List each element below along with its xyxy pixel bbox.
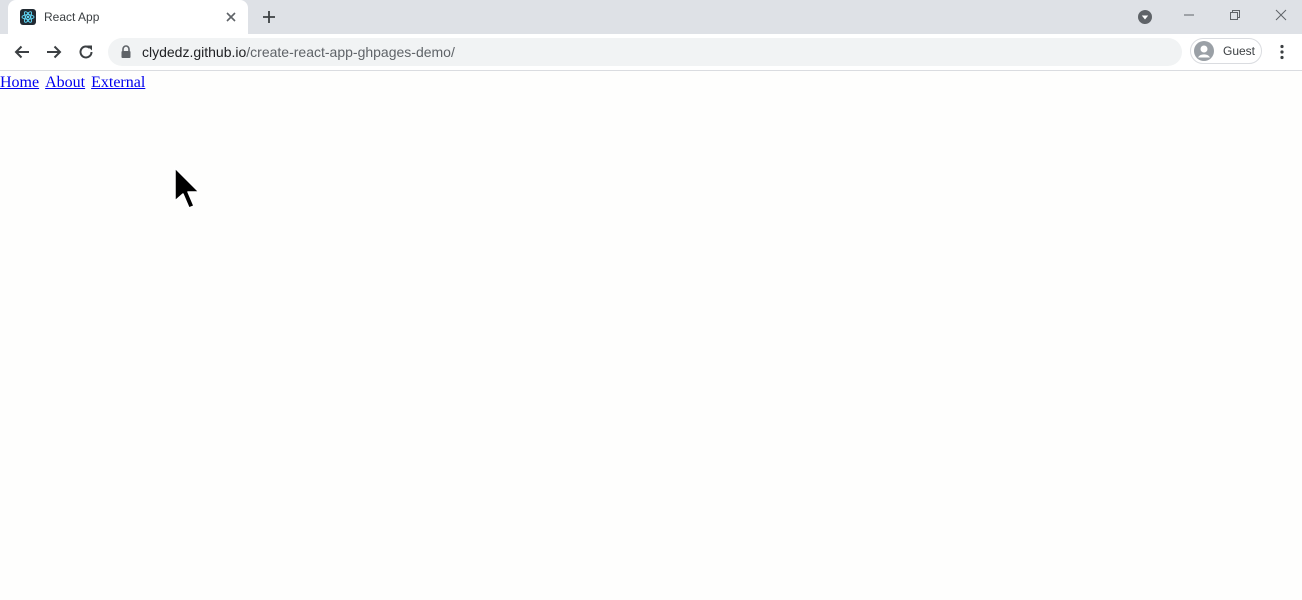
page-content: Home About External xyxy=(0,71,1302,600)
profile-label: Guest xyxy=(1223,44,1256,58)
restore-icon[interactable] xyxy=(1212,0,1258,30)
minimize-icon[interactable] xyxy=(1166,0,1212,30)
url-text[interactable]: clydedz.github.io/create-react-app-ghpag… xyxy=(142,44,455,60)
url-host: clydedz.github.io xyxy=(142,44,247,60)
tab-react-app[interactable]: React App xyxy=(8,0,248,34)
new-tab-plus-icon[interactable] xyxy=(261,9,277,25)
url-path: /create-react-app-ghpages-demo/ xyxy=(246,44,455,60)
browser-toolbar: clydedz.github.io/create-react-app-ghpag… xyxy=(0,34,1302,71)
reload-icon[interactable] xyxy=(76,42,96,62)
nav-link-about[interactable]: About xyxy=(45,74,85,91)
avatar-icon xyxy=(1194,41,1214,61)
back-arrow-icon[interactable] xyxy=(12,42,32,62)
tab-strip: React App xyxy=(0,0,1302,34)
lock-icon[interactable] xyxy=(120,45,132,59)
nav-link-external[interactable]: External xyxy=(91,74,145,91)
window-close-icon[interactable] xyxy=(1258,0,1302,30)
react-logo-icon xyxy=(20,9,36,25)
tab-search-dropdown-icon[interactable] xyxy=(1137,9,1153,25)
address-bar[interactable]: clydedz.github.io/create-react-app-ghpag… xyxy=(108,38,1182,66)
more-vert-icon[interactable] xyxy=(1274,42,1290,62)
profile-button[interactable]: Guest xyxy=(1190,38,1262,64)
tab-title: React App xyxy=(44,10,100,24)
close-icon[interactable] xyxy=(224,10,238,24)
nav-link-home[interactable]: Home xyxy=(0,74,39,91)
forward-arrow-icon[interactable] xyxy=(44,42,64,62)
mouse-pointer-icon xyxy=(174,167,206,211)
site-nav: Home About External xyxy=(0,74,151,92)
